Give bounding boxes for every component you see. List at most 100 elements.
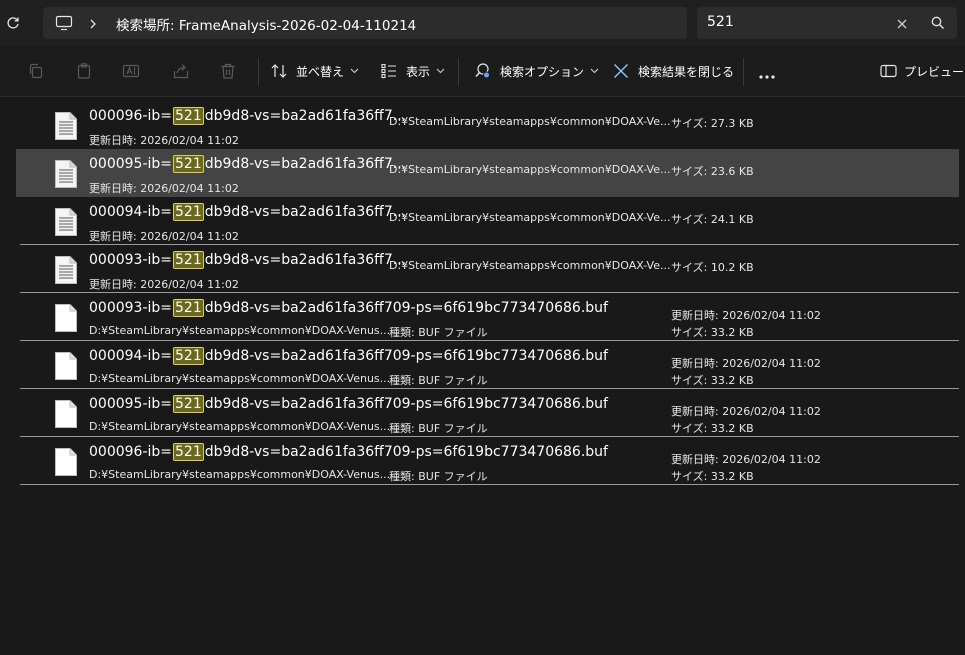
file-name[interactable]: 000094-ib= 521 db9d8-vs=ba2ad61fa36ff7...	[89, 203, 406, 221]
file-name[interactable]: 000095-ib= 521 db9d8-vs=ba2ad61fa36ff7...	[89, 155, 407, 173]
file-type: 種類: BUF ファイル	[389, 420, 488, 436]
file-name-prefix: 000093-ib=	[89, 252, 173, 268]
file-name[interactable]: 000093-ib= 521 db9d8-vs=ba2ad61fa36ff709-p…	[89, 299, 608, 317]
result-row[interactable]: 000096-ib= 521 db9d8-vs=ba2ad61fa36ff709-p…	[16, 437, 959, 485]
file-name-prefix: 000093-ib=	[89, 300, 173, 316]
address-bar[interactable]: 検索場所: FrameAnalysis-2026-02-04-110214	[43, 7, 687, 39]
breadcrumb-chevron-icon[interactable]	[88, 16, 98, 30]
file-type-value: BUF ファイル	[414, 422, 488, 435]
rename-icon[interactable]	[122, 62, 140, 80]
delete-icon[interactable]	[219, 62, 237, 80]
file-name[interactable]: 000096-ib= 521 db9d8-vs=ba2ad61fa36ff709-p…	[89, 443, 608, 461]
file-path: D:¥SteamLibrary¥steamapps¥common¥DOAX-Ve…	[89, 468, 391, 481]
file-name[interactable]: 000095-ib= 521 db9d8-vs=ba2ad61fa36ff709-p…	[89, 395, 608, 413]
modified-date-value: 2026/02/04 11:02	[136, 230, 239, 243]
blank-file-icon	[54, 447, 78, 477]
modified-date-label: 更新日時:	[89, 182, 137, 195]
modified-date-label: 更新日時:	[89, 278, 137, 291]
file-size-label: サイズ:	[671, 422, 708, 435]
monitor-icon[interactable]	[55, 15, 73, 31]
clear-search-icon[interactable]	[895, 16, 909, 30]
file-explorer-window: 検索場所: FrameAnalysis-2026-02-04-110214 52…	[0, 0, 965, 655]
file-name-prefix: 000094-ib=	[89, 348, 173, 364]
breadcrumb-location[interactable]: 検索場所: FrameAnalysis-2026-02-04-110214	[116, 14, 416, 34]
share-icon[interactable]	[172, 62, 190, 80]
sort-button[interactable]: 並べ替え	[270, 59, 359, 83]
file-type-value: BUF ファイル	[414, 326, 488, 339]
file-type: 種類: BUF ファイル	[389, 468, 488, 484]
close-search-button[interactable]: 検索結果を閉じる	[612, 59, 734, 83]
file-name[interactable]: 000096-ib= 521 db9d8-vs=ba2ad61fa36ff7...	[89, 107, 406, 125]
file-path: D:¥SteamLibrary¥steamapps¥common¥DOAX-Ve…	[89, 324, 391, 337]
preview-button[interactable]: プレビュー	[880, 59, 964, 83]
modified-date-value: 2026/02/04 11:02	[136, 134, 239, 147]
file-size-label: サイズ:	[671, 165, 708, 178]
search-match-highlight: 521	[173, 203, 204, 221]
file-name-prefix: 000095-ib=	[89, 396, 173, 412]
file-name-prefix: 000095-ib=	[89, 156, 173, 172]
file-path: D:¥SteamLibrary¥steamapps¥common¥DOAX-Ve…	[389, 115, 671, 128]
search-options-label: 検索オプション	[500, 64, 585, 79]
modified-date-value: 2026/02/04 11:02	[718, 309, 821, 322]
list-view-icon	[381, 63, 396, 79]
view-button[interactable]: 表示	[380, 59, 445, 83]
toolbar-separator	[258, 58, 259, 86]
blank-file-icon	[54, 303, 78, 333]
paste-icon[interactable]	[75, 62, 93, 80]
search-match-highlight: 521	[173, 443, 204, 461]
file-size-label: サイズ:	[671, 374, 708, 387]
toolbar-separator	[458, 58, 459, 86]
file-name[interactable]: 000094-ib= 521 db9d8-vs=ba2ad61fa36ff709-p…	[89, 347, 608, 365]
modified-date-label: 更新日時:	[671, 453, 719, 466]
toolbar-separator	[743, 58, 744, 86]
result-row[interactable]: 000095-ib= 521 db9d8-vs=ba2ad61fa36ff709-p…	[16, 389, 959, 437]
result-row[interactable]: 000094-ib= 521 db9d8-vs=ba2ad61fa36ff7... 更…	[16, 197, 959, 245]
file-name-prefix: 000094-ib=	[89, 204, 173, 220]
refresh-icon[interactable]	[4, 13, 22, 33]
file-size-label: サイズ:	[671, 470, 708, 483]
close-search-label: 検索結果を閉じる	[638, 64, 735, 79]
file-size-value: 10.2 KB	[707, 261, 754, 274]
file-size: サイズ: 23.6 KB	[671, 163, 754, 179]
result-row[interactable]: 000094-ib= 521 db9d8-vs=ba2ad61fa36ff709-p…	[16, 341, 959, 389]
result-row[interactable]: 000095-ib= 521 db9d8-vs=ba2ad61fa36ff7... 更…	[16, 149, 959, 197]
sort-label: 並べ替え	[296, 64, 345, 79]
search-match-highlight: 521	[173, 299, 204, 317]
search-box[interactable]: 521	[697, 7, 957, 39]
search-match-highlight: 521	[173, 395, 204, 413]
file-name[interactable]: 000093-ib= 521 db9d8-vs=ba2ad61fa36ff7...	[89, 251, 406, 269]
modified-date-value: 2026/02/04 11:02	[718, 357, 821, 370]
modified-date: 更新日時: 2026/02/04 11:02	[89, 132, 239, 148]
search-results-list: 000096-ib= 521 db9d8-vs=ba2ad61fa36ff7... 更…	[0, 97, 965, 655]
file-path: D:¥SteamLibrary¥steamapps¥common¥DOAX-Ve…	[389, 211, 671, 224]
file-size-value: 23.6 KB	[707, 165, 754, 178]
modified-date-value: 2026/02/04 11:02	[136, 278, 239, 291]
search-icon[interactable]	[930, 15, 946, 31]
modified-date-label: 更新日時:	[671, 405, 719, 418]
chevron-down-icon	[436, 68, 445, 74]
modified-date: 更新日時: 2026/02/04 11:02	[671, 355, 821, 371]
result-row[interactable]: 000093-ib= 521 db9d8-vs=ba2ad61fa36ff7... 更…	[16, 245, 959, 293]
file-size: サイズ: 10.2 KB	[671, 259, 754, 275]
more-options-icon[interactable]	[758, 66, 776, 79]
file-path: D:¥SteamLibrary¥steamapps¥common¥DOAX-Ve…	[89, 372, 391, 385]
result-row[interactable]: 000096-ib= 521 db9d8-vs=ba2ad61fa36ff7... 更…	[16, 101, 959, 149]
file-type-label: 種類:	[389, 326, 415, 339]
search-options-button[interactable]: 検索オプション	[474, 59, 599, 83]
file-name-suffix: db9d8-vs=ba2ad61fa36ff7...	[204, 156, 407, 172]
file-size-label: サイズ:	[671, 117, 708, 130]
text-document-icon	[54, 207, 78, 237]
file-size-label: サイズ:	[671, 213, 708, 226]
file-size-value: 33.2 KB	[707, 374, 754, 387]
file-size-value: 24.1 KB	[707, 213, 754, 226]
modified-date-value: 2026/02/04 11:02	[718, 453, 821, 466]
file-path: D:¥SteamLibrary¥steamapps¥common¥DOAX-Ve…	[89, 420, 391, 433]
file-name-suffix: db9d8-vs=ba2ad61fa36ff709-ps=6f619bc7734…	[204, 396, 608, 412]
file-name-suffix: db9d8-vs=ba2ad61fa36ff709-ps=6f619bc7734…	[204, 300, 608, 316]
result-row[interactable]: 000093-ib= 521 db9d8-vs=ba2ad61fa36ff709-p…	[16, 293, 959, 341]
file-name-prefix: 000096-ib=	[89, 444, 173, 460]
search-input[interactable]: 521	[707, 14, 734, 30]
copy-icon[interactable]	[27, 62, 45, 80]
blank-file-icon	[54, 399, 78, 429]
file-name-suffix: db9d8-vs=ba2ad61fa36ff709-ps=6f619bc7734…	[204, 348, 608, 364]
